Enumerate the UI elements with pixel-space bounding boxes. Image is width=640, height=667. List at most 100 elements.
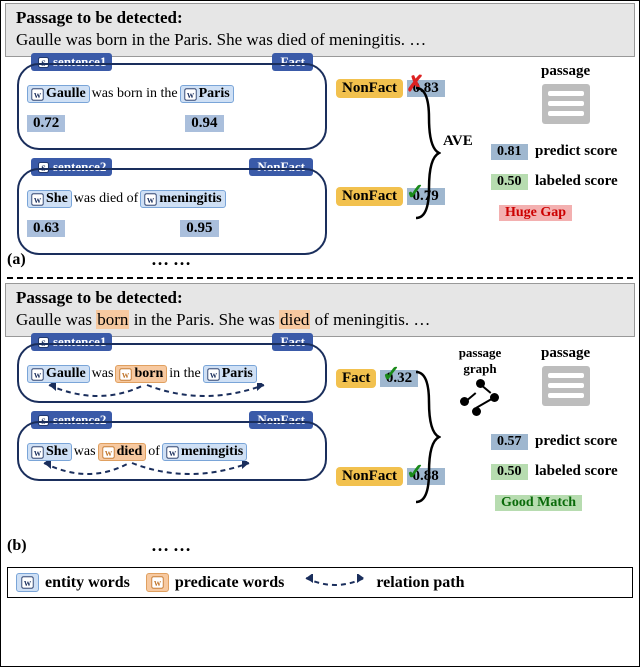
svg-text:W: W (34, 370, 42, 379)
pred-pill: Fact (336, 369, 376, 388)
legend-relation: relation path (300, 574, 464, 592)
word-icon: W (207, 368, 220, 381)
passage-box-b: Passage to be detected: Gaulle was born … (5, 283, 635, 337)
entity-word: Paris (222, 366, 253, 382)
entity-word: Gaulle (46, 366, 86, 382)
sentence-block-a2: S sentence2 NonFact W She was died of W … (17, 168, 327, 255)
plain-word: was (92, 366, 114, 382)
labeled-score-chip: 0.50 (491, 464, 528, 480)
predicate-chip: Wdied (98, 443, 147, 461)
entity-score: 0.94 (185, 115, 223, 132)
section-label-b: (b) (7, 537, 27, 555)
plain-word: of (148, 444, 160, 460)
passage-title: Passage to be detected: (16, 288, 624, 308)
entity-chip: W Gaulle (27, 85, 90, 103)
legend-predicate-label: predicate words (175, 574, 284, 592)
passage-label: passage (541, 345, 590, 362)
svg-text:W: W (104, 448, 112, 457)
passage-label: passage (541, 63, 590, 80)
labeled-label: labeled score (535, 463, 618, 479)
sentence-block-b1: S sentence1 Fact WGaulle was Wborn in th… (17, 343, 327, 403)
predict-score-chip: 0.81 (491, 144, 528, 160)
legend-relation-label: relation path (376, 574, 464, 592)
predicate-word: died (117, 444, 143, 460)
passage-box-a: Passage to be detected: Gaulle was born … (5, 3, 635, 57)
graph-icon (460, 377, 500, 417)
entity-word: She (46, 444, 68, 460)
good-chip: Good Match (495, 495, 582, 511)
word-icon: W (151, 576, 164, 589)
passage-text-a: Gaulle was born in the Paris. She was di… (16, 30, 624, 50)
word-icon: W (31, 88, 44, 101)
brace-icon (411, 367, 441, 507)
plain-word: in the (169, 366, 201, 382)
passage-icon (542, 84, 590, 124)
ellipsis: …… (151, 249, 195, 270)
sentence-block-a1: S sentence1 Fact W Gaulle was born in th… (17, 63, 327, 150)
plain-word: was (74, 444, 96, 460)
word-icon: W (21, 576, 34, 589)
word-icon: W (144, 193, 157, 206)
entity-word: meningitis (181, 444, 243, 460)
plain-word: was born in the (92, 86, 178, 102)
ave-label: AVE (443, 133, 473, 150)
gap-chip: Huge Gap (499, 205, 572, 221)
entity-score: 0.63 (27, 220, 65, 237)
sentence-block-b2: S sentence2 NonFact WShe was Wdied of Wm… (17, 421, 327, 481)
predicate-highlight: died (279, 310, 310, 329)
brace-icon (411, 83, 441, 223)
ellipsis: …… (151, 535, 195, 556)
pred-pill: NonFact (336, 79, 403, 98)
entity-chip: W Paris (203, 365, 257, 383)
passage-graph-label: passage graph (449, 345, 511, 377)
predicate-chip: Wborn (115, 365, 167, 383)
plain-text: in the Paris. She was (129, 310, 279, 329)
separator (7, 277, 633, 279)
word-icon: W (102, 446, 115, 459)
entity-chip: W Paris (180, 85, 234, 103)
svg-text:W: W (186, 90, 194, 99)
svg-text:W: W (169, 448, 177, 457)
plain-text: of meningitis. … (310, 310, 430, 329)
entity-chip: W She (27, 443, 72, 461)
pred-pill: NonFact (336, 467, 403, 486)
svg-text:W: W (122, 370, 130, 379)
word-icon: W (119, 368, 132, 381)
word-icon: W (31, 446, 44, 459)
predicate-word: born (134, 366, 163, 382)
relation-path-icon (19, 461, 309, 487)
word-icon: W (184, 88, 197, 101)
entity-chip: W meningitis (140, 190, 225, 208)
section-label-a: (a) (7, 251, 26, 269)
entity-word: Gaulle (46, 86, 86, 102)
relation-path-icon (19, 383, 309, 409)
svg-text:W: W (34, 90, 42, 99)
legend-entity: W entity words (16, 573, 130, 592)
labeled-score-chip: 0.50 (491, 174, 528, 190)
word-icon: W (31, 368, 44, 381)
check-icon: ✓ (382, 361, 400, 387)
entity-word: meningitis (159, 191, 221, 207)
predicate-highlight: born (96, 310, 129, 329)
passage-icon (542, 366, 590, 406)
legend-predicate: W predicate words (146, 573, 284, 592)
relation-path-icon (300, 574, 370, 592)
predict-label: predict score (535, 433, 617, 449)
predict-score-chip: 0.57 (491, 434, 528, 450)
entity-word: Paris (199, 86, 230, 102)
svg-text:W: W (34, 448, 42, 457)
legend: W entity words W predicate words relatio… (7, 567, 633, 598)
svg-text:W: W (24, 579, 32, 588)
plain-word: was died of (74, 191, 139, 207)
predict-label: predict score (535, 143, 617, 159)
passage-title: Passage to be detected: (16, 8, 624, 28)
entity-word: She (46, 191, 68, 207)
svg-text:W: W (210, 370, 218, 379)
pred-pill: NonFact (336, 187, 403, 206)
entity-score: 0.72 (27, 115, 65, 132)
word-icon: W (166, 446, 179, 459)
labeled-label: labeled score (535, 173, 618, 189)
plain-text: Gaulle was (16, 310, 96, 329)
svg-text:W: W (154, 579, 162, 588)
entity-score: 0.95 (180, 220, 218, 237)
